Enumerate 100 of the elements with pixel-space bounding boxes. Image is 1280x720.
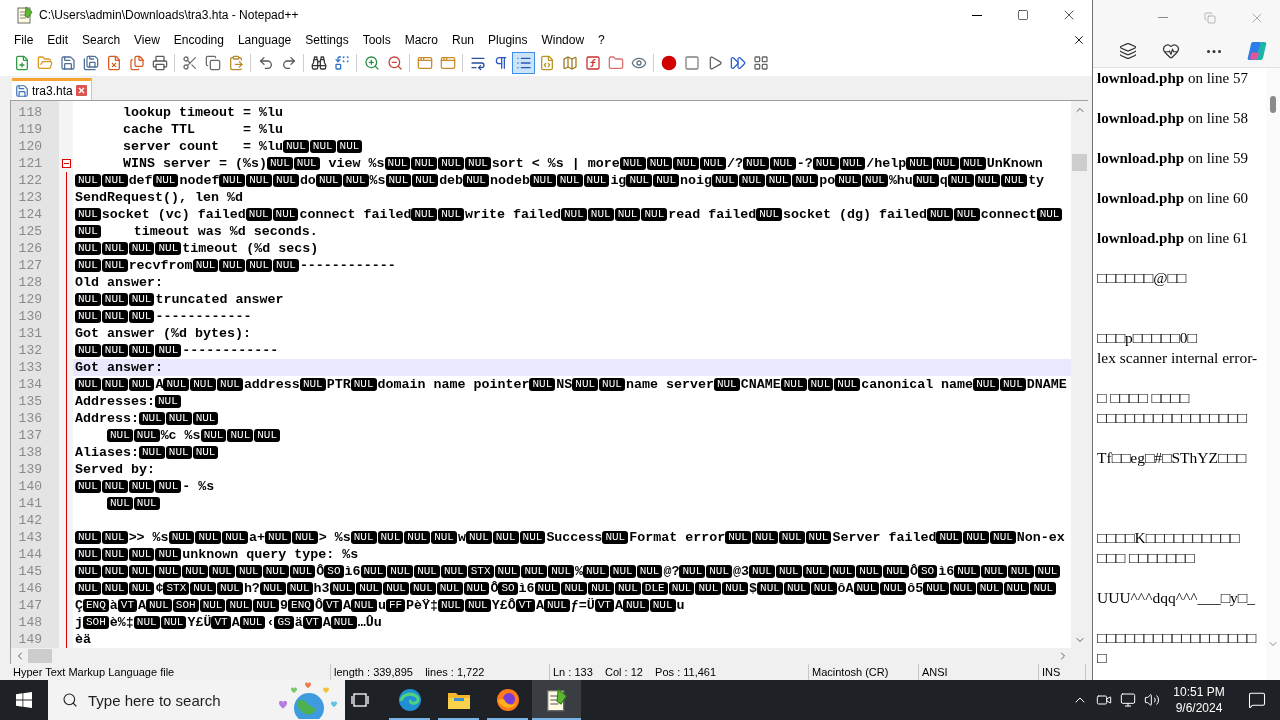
line-number: 126: [17, 240, 43, 257]
menu-item[interactable]: Tools: [355, 30, 398, 50]
menu-item[interactable]: View: [127, 30, 167, 50]
error-message: lownload.php on line 57: [1097, 69, 1249, 88]
control-char: GS: [274, 616, 294, 629]
control-char: NUL: [75, 531, 101, 544]
taskbar-app-button[interactable]: [532, 680, 581, 720]
code-text: cache TTL = %lu: [123, 122, 283, 137]
control-char: NUL: [192, 446, 219, 459]
code-text: A: [343, 598, 352, 613]
page-scrollbar[interactable]: [1266, 68, 1280, 680]
control-char: NUL: [75, 582, 101, 595]
code-text: timeout was %d seconds.: [133, 224, 318, 239]
control-char: NUL: [293, 157, 320, 170]
code-text: è%‡: [109, 615, 134, 630]
menu-item[interactable]: Run: [445, 30, 482, 50]
control-char: NUL: [743, 157, 769, 170]
menu-item[interactable]: Edit: [40, 30, 76, 50]
control-char: NUL: [463, 174, 489, 187]
control-char: NUL: [980, 565, 1007, 578]
file-tab[interactable]: tra3.hta: [12, 78, 92, 100]
close-tab-icon[interactable]: [75, 85, 87, 96]
control-char: NUL: [128, 582, 155, 595]
code-text: ig: [610, 173, 627, 188]
control-char: NUL: [315, 174, 342, 187]
menu-item[interactable]: Settings: [298, 30, 356, 50]
assistant-button[interactable]: [1245, 39, 1269, 63]
task-view-icon: [351, 692, 369, 708]
control-char: NUL: [101, 293, 128, 306]
clock[interactable]: 10:51 PM 9/6/2024: [1164, 680, 1234, 720]
control-char: NUL: [75, 259, 101, 272]
control-char: NUL: [936, 531, 963, 544]
control-char: NUL: [75, 548, 101, 561]
control-char: NUL: [856, 565, 883, 578]
file-x-icon: [105, 55, 122, 71]
control-char: NUL: [101, 565, 128, 578]
control-char: NUL: [356, 582, 383, 595]
heart-pulse-icon: [1162, 42, 1180, 60]
error-message: lownload.php on line 59: [1097, 149, 1249, 168]
search-field[interactable]: Type here to search: [88, 689, 259, 711]
line-number: 143: [17, 529, 43, 546]
code-text: A: [155, 377, 164, 392]
fast-forward-icon: [729, 55, 746, 71]
line-number: 129: [17, 291, 43, 308]
error-message: lownload.php on line 58: [1097, 109, 1249, 128]
menu-item[interactable]: Plugins: [481, 30, 535, 50]
control-char: NUL: [273, 259, 299, 272]
line-number: 124: [17, 206, 43, 223]
code-text: ‹: [266, 615, 275, 630]
orb-icon: [495, 688, 520, 712]
control-char: NUL: [182, 565, 209, 578]
files-icon: [128, 55, 145, 71]
speaker-icon: [1144, 692, 1160, 708]
line-number: 140: [17, 478, 43, 495]
code-text: truncated answer: [155, 292, 284, 307]
minus-box-icon[interactable]: [61, 159, 71, 168]
control-char: NUL: [572, 378, 599, 391]
line-number: 131: [17, 325, 43, 342]
menu-item[interactable]: Macro: [397, 30, 445, 50]
clock-date: 9/6/2024: [1175, 700, 1223, 716]
control-char: NUL: [155, 480, 182, 493]
menu-item[interactable]: Window: [534, 30, 592, 50]
code-text: A: [231, 615, 240, 630]
scrollbar-thumb[interactable]: [28, 649, 52, 663]
code-text: èä: [75, 632, 91, 647]
control-char: NUL: [792, 174, 819, 187]
control-char: NUL: [253, 599, 280, 612]
control-char: NUL: [529, 378, 556, 391]
menu-item[interactable]: File: [7, 30, 41, 50]
menu-item[interactable]: Search: [75, 30, 128, 50]
control-char: NUL: [217, 378, 243, 391]
code-text: Success: [546, 530, 603, 545]
code-text: ty: [1028, 173, 1045, 188]
garbled-text: Tf□□eg□#□SThYZ□□□: [1097, 448, 1248, 468]
menu-item[interactable]: ?: [591, 30, 612, 50]
eye-icon: [630, 55, 647, 71]
line-number: 118: [17, 104, 43, 121]
function-icon: [584, 55, 601, 71]
menu-item[interactable]: Language: [230, 30, 299, 50]
control-char: NUL: [583, 174, 610, 187]
menu-item[interactable]: Encoding: [166, 30, 231, 50]
close-document-button[interactable]: [1072, 33, 1086, 47]
code-text: write failed: [465, 207, 561, 222]
control-char: NUL: [976, 582, 1003, 595]
control-char: NUL: [101, 310, 128, 323]
code-text: Old answer:: [75, 275, 163, 290]
control-char: SO: [324, 565, 344, 578]
control-char: NUL: [192, 412, 219, 425]
line-number: 146: [17, 580, 43, 597]
code-text: connect failed: [299, 207, 412, 222]
scrollbar-thumb[interactable]: [1072, 154, 1087, 171]
control-char: NUL: [906, 157, 933, 170]
replace-icon: [333, 55, 350, 71]
control-char: NUL: [923, 582, 949, 595]
speech-bubble-icon: [1248, 691, 1266, 709]
scrollbar-thumb[interactable]: [1270, 96, 1276, 113]
control-char: NUL: [412, 174, 439, 187]
control-char: NUL: [101, 548, 128, 561]
control-char: NUL: [949, 582, 976, 595]
search-box[interactable]: Type here to search: [48, 680, 345, 720]
